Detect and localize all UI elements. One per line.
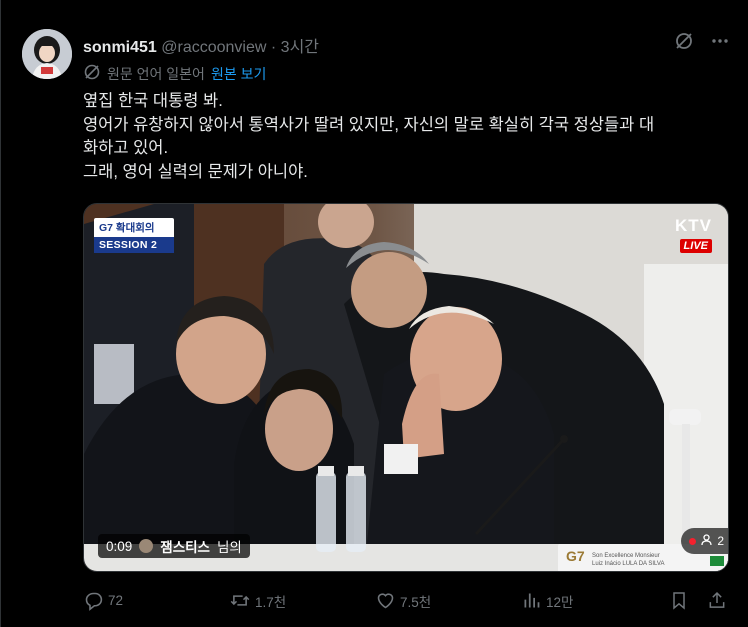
show-original-link[interactable]: 원본 보기	[211, 64, 266, 84]
share-button[interactable]	[707, 590, 727, 611]
header-separator: ·	[270, 39, 277, 56]
video-frame	[84, 204, 728, 571]
translate-icon	[83, 63, 101, 84]
author-avatar[interactable]	[22, 29, 72, 79]
views-count: 12만	[546, 594, 574, 610]
tweet-header: sonmi451 @raccoonview · 3시간	[83, 33, 319, 57]
tweet-actions: 72 1.7천 7.5천 12만	[83, 590, 733, 614]
tweet-text-line: 그래, 영어 실력의 문제가 아니야.	[83, 162, 308, 181]
reply-icon	[83, 590, 104, 611]
heart-icon	[375, 590, 396, 611]
post-time[interactable]: 3시간	[281, 39, 319, 56]
brazil-flag-icon	[710, 556, 724, 566]
tweet-text: 옆집 한국 대통령 봐. 영어가 유창하지 않아서 통역사가 딸려 있지만, 자…	[83, 90, 733, 184]
more-icon[interactable]	[710, 31, 730, 56]
author-name[interactable]: sonmi451	[83, 39, 157, 56]
person-icon	[701, 533, 712, 549]
views-button[interactable]: 12만	[521, 590, 573, 611]
repost-count: 1.7천	[255, 594, 287, 610]
grok-icon[interactable]	[674, 31, 694, 56]
translation-source-text: 원문 언어 일본어	[107, 65, 205, 82]
repost-icon	[229, 590, 251, 611]
session-number: SESSION 2	[94, 237, 174, 253]
session-title: G7 확대회의	[94, 218, 174, 237]
space-host-name: 잼스티스	[160, 540, 210, 555]
nameplate-logo: G7	[566, 548, 585, 564]
reply-button[interactable]: 72	[83, 590, 123, 611]
viewer-count[interactable]: 2	[681, 528, 728, 554]
record-dot-icon	[689, 537, 697, 545]
reply-count: 72	[108, 593, 124, 608]
share-icon	[707, 590, 727, 611]
space-host-suffix: 님의	[216, 540, 242, 555]
viewer-count-value: 2	[717, 534, 724, 548]
translation-notice: 원문 언어 일본어 원본 보기	[83, 63, 266, 84]
bookmark-button[interactable]	[669, 590, 689, 611]
live-badge: LIVE	[679, 239, 712, 253]
like-button[interactable]: 7.5천	[375, 590, 431, 611]
tweet-text-line: 영어가 유창하지 않아서 통역사가 딸려 있지만, 자신의 말로 확실히 각국 …	[83, 115, 655, 134]
repost-button[interactable]: 1.7천	[229, 590, 286, 611]
tweet-text-line: 옆집 한국 대통령 봐.	[83, 92, 223, 110]
author-handle[interactable]: @raccoonview	[161, 39, 266, 56]
broadcast-session-badge: G7 확대회의 SESSION 2	[94, 218, 174, 253]
broadcaster-logo: KTV LIVE	[675, 216, 712, 254]
nameplate-line1: Son Excellence Monsieur	[592, 553, 660, 559]
video-player[interactable]: G7 확대회의 SESSION 2 KTV LIVE G7 Son Excell…	[83, 203, 729, 572]
space-host-avatar	[139, 539, 154, 553]
bookmark-icon	[669, 590, 689, 611]
tweet: sonmi451 @raccoonview · 3시간 원문 언어 일본어 원본…	[0, 0, 748, 627]
tweet-text-line: 화하고 있어.	[83, 139, 169, 157]
like-count: 7.5천	[400, 594, 432, 610]
nameplate-line2: Luiz Inácio LULA DA SILVA	[592, 561, 665, 567]
video-timestamp: 0:09	[106, 538, 133, 554]
views-icon	[521, 590, 542, 611]
ktv-logo: KTV	[675, 216, 712, 235]
tweet-top-actions	[674, 31, 730, 56]
video-time-pill: 0:09 잼스티스 님의	[98, 534, 250, 558]
